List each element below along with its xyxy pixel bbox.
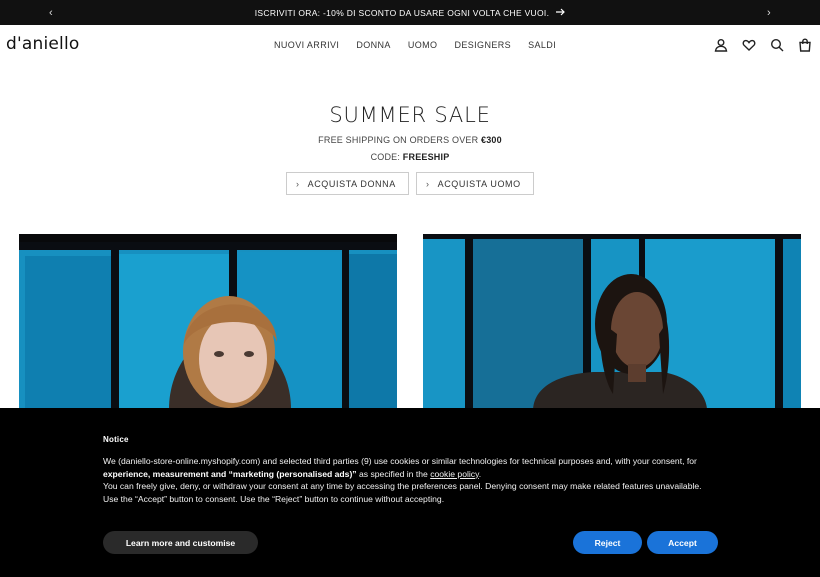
- shipping-threshold: €300: [481, 135, 502, 145]
- nav-item-donna[interactable]: DONNA: [356, 40, 391, 50]
- bag-icon[interactable]: [798, 38, 812, 52]
- nav-item-nuovi-arrivi[interactable]: NUOVI ARRIVI: [274, 40, 339, 50]
- nav-item-saldi[interactable]: SALDI: [528, 40, 556, 50]
- reject-button[interactable]: Reject: [573, 531, 642, 554]
- cookie-button-info: Use the “Accept” button to consent. Use …: [103, 493, 445, 504]
- cookie-notice-title: Notice: [103, 435, 129, 444]
- announcement-text: ISCRIVITI ORA: -10% DI SCONTO DA USARE O…: [254, 7, 550, 18]
- shop-men-button[interactable]: › ACQUISTA UOMO: [416, 172, 534, 195]
- shipping-promo-text: FREE SHIPPING ON ORDERS OVER: [318, 135, 481, 145]
- shop-women-label: ACQUISTA DONNA: [307, 178, 396, 189]
- promo-code: CODE: FREESHIP: [0, 152, 820, 162]
- cookie-consent-banner: Notice We (daniello-store-online.myshopi…: [0, 408, 820, 577]
- men-campaign-image[interactable]: [423, 234, 801, 409]
- nav-item-designers[interactable]: DESIGNERS: [454, 40, 511, 50]
- cookie-purposes: experience, measurement and “marketing (…: [103, 468, 357, 479]
- announcement-link[interactable]: ISCRIVITI ORA: -10% DI SCONTO DA USARE O…: [254, 7, 566, 19]
- shop-women-button[interactable]: › ACQUISTA DONNA: [286, 172, 409, 195]
- chevron-right-icon: ›: [426, 178, 430, 189]
- accept-button[interactable]: Accept: [647, 531, 718, 554]
- chevron-right-icon: ›: [296, 178, 300, 189]
- heart-icon[interactable]: [742, 38, 756, 52]
- arrow-right-icon: [555, 7, 566, 19]
- logo[interactable]: d'aniello: [6, 34, 80, 54]
- announcement-bar: ‹ ISCRIVITI ORA: -10% DI SCONTO DA USARE…: [0, 0, 820, 25]
- cookie-consent-info: You can freely give, deny, or withdraw y…: [103, 481, 702, 492]
- promo-code-label: CODE:: [370, 152, 403, 162]
- women-campaign-image[interactable]: [19, 234, 397, 409]
- cookie-notice-body: We (daniello-store-online.myshopify.com)…: [103, 455, 718, 505]
- chevron-left-icon[interactable]: ‹: [36, 0, 66, 25]
- cookie-text-part: We (daniello-store-online.myshopify.com)…: [103, 456, 697, 466]
- main-nav: NUOVI ARRIVI DONNA UOMO DESIGNERS SALDI: [274, 40, 556, 50]
- nav-item-uomo[interactable]: UOMO: [408, 40, 438, 50]
- account-icon[interactable]: [714, 38, 728, 52]
- search-icon[interactable]: [770, 38, 784, 52]
- promo-code-value: FREESHIP: [402, 152, 450, 162]
- hero-title: SUMMER SALE: [329, 103, 491, 127]
- shipping-promo: FREE SHIPPING ON ORDERS OVER €300: [0, 135, 820, 145]
- header-icons: [714, 38, 812, 52]
- shop-men-label: ACQUISTA UOMO: [437, 178, 521, 189]
- site-header: d'aniello NUOVI ARRIVI DONNA UOMO DESIGN…: [0, 25, 820, 67]
- cookie-text-part: .: [478, 468, 482, 479]
- cookie-text-part: as specified in the: [356, 468, 431, 479]
- cookie-policy-link[interactable]: cookie policy: [430, 469, 479, 479]
- learn-more-button[interactable]: Learn more and customise: [103, 531, 258, 554]
- chevron-right-icon[interactable]: ›: [754, 0, 784, 25]
